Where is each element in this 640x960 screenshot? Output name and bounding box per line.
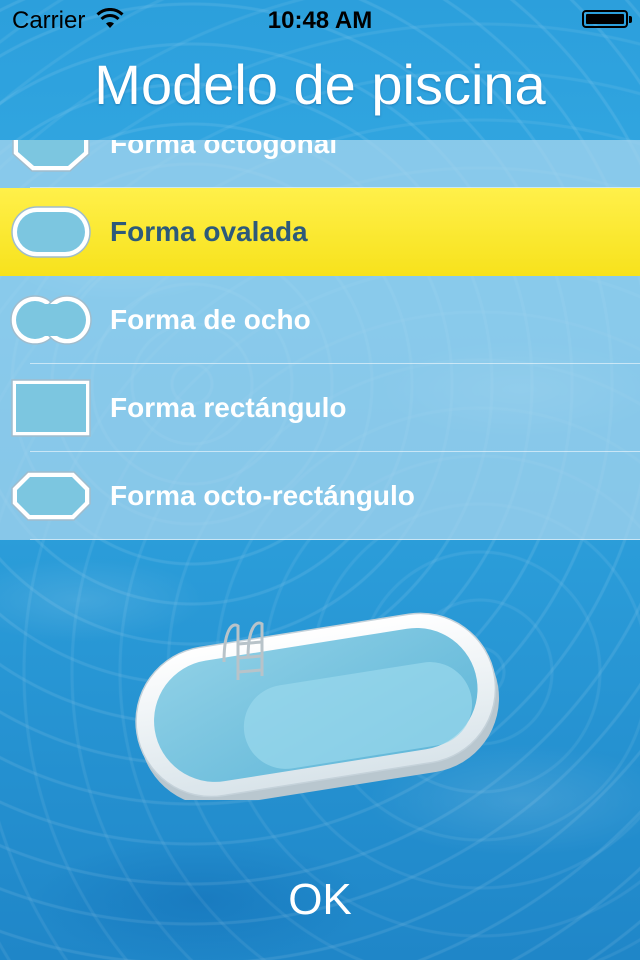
rectangle-pool-icon xyxy=(11,379,91,437)
oval-pool-icon xyxy=(11,206,91,258)
list-item-rectangle[interactable]: Forma rectángulo xyxy=(0,364,640,452)
list-item-label: Forma octogonal xyxy=(110,140,338,159)
list-item-octo-rectangle[interactable]: Forma octo-rectángulo xyxy=(0,452,640,540)
oval-pool-preview-image xyxy=(135,612,500,800)
ok-button[interactable]: OK xyxy=(260,868,380,932)
page-title: Modelo de piscina xyxy=(94,53,546,116)
octagon-pool-icon xyxy=(12,140,90,172)
status-bar: Carrier 10:48 AM xyxy=(0,0,640,40)
list-item-label: Forma ovalada xyxy=(110,216,308,247)
list-item-oval[interactable]: Forma ovalada xyxy=(0,188,640,276)
pool-model-screen: Carrier 10:48 AM Modelo de piscina Forma… xyxy=(0,0,640,960)
octo-rectangle-pool-icon xyxy=(11,471,91,521)
clock: 10:48 AM xyxy=(267,7,373,34)
list-item-label: Forma rectángulo xyxy=(110,392,347,423)
list-item-label: Forma octo-rectángulo xyxy=(110,480,415,511)
list-item-octagon[interactable]: Forma octogonal xyxy=(0,140,640,188)
list-item-label: Forma de ocho xyxy=(110,304,311,335)
list-item-figure-eight[interactable]: Forma de ocho xyxy=(0,276,640,364)
battery-icon xyxy=(582,10,632,28)
figure-eight-pool-icon xyxy=(10,295,92,345)
shape-list[interactable]: Forma octogonal Forma ovalada Forma de o… xyxy=(0,140,640,540)
